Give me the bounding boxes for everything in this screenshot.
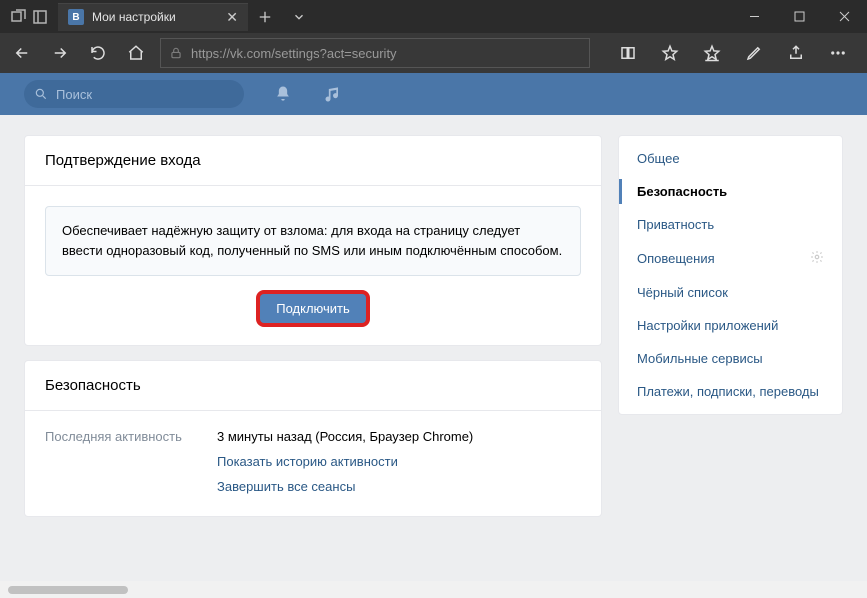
scrollbar-thumb[interactable] bbox=[8, 586, 128, 594]
sidebar: Общее Безопасность Приватность Оповещени… bbox=[618, 135, 843, 517]
favorites-bar-icon[interactable] bbox=[697, 38, 727, 68]
tab-overflow-icon[interactable] bbox=[282, 3, 316, 31]
window-controls bbox=[732, 0, 867, 33]
minimize-button[interactable] bbox=[732, 0, 777, 33]
maximize-button[interactable] bbox=[777, 0, 822, 33]
share-icon[interactable] bbox=[781, 38, 811, 68]
lock-icon bbox=[169, 46, 183, 60]
toolbar-right bbox=[613, 38, 859, 68]
music-icon[interactable] bbox=[322, 83, 344, 105]
close-window-button[interactable] bbox=[822, 0, 867, 33]
sidebar-item-security[interactable]: Безопасность bbox=[619, 175, 842, 208]
tab-title: Мои настройки bbox=[92, 10, 176, 24]
titlebar-left-icons bbox=[0, 9, 58, 25]
url-text: https://vk.com/settings?act=security bbox=[191, 46, 397, 61]
set-aside-tabs-icon[interactable] bbox=[32, 9, 48, 25]
more-icon[interactable] bbox=[823, 38, 853, 68]
browser-toolbar: https://vk.com/settings?act=security bbox=[0, 33, 867, 73]
gear-icon[interactable] bbox=[810, 250, 824, 267]
last-activity-label: Последняя активность bbox=[45, 429, 195, 494]
home-button[interactable] bbox=[122, 39, 150, 67]
forward-button[interactable] bbox=[46, 39, 74, 67]
two-factor-info: Обеспечивает надёжную защиту от взлома: … bbox=[45, 206, 581, 276]
back-button[interactable] bbox=[8, 39, 36, 67]
sidebar-item-notifications[interactable]: Оповещения bbox=[619, 241, 842, 276]
favorite-icon[interactable] bbox=[655, 38, 685, 68]
two-factor-card: Подтверждение входа Обеспечивает надёжну… bbox=[24, 135, 602, 346]
sidebar-item-general[interactable]: Общее bbox=[619, 142, 842, 175]
search-icon bbox=[34, 87, 48, 101]
reading-view-icon[interactable] bbox=[613, 38, 643, 68]
refresh-button[interactable] bbox=[84, 39, 112, 67]
search-placeholder: Поиск bbox=[56, 87, 92, 102]
address-bar[interactable]: https://vk.com/settings?act=security bbox=[160, 38, 590, 68]
sidebar-item-mobile[interactable]: Мобильные сервисы bbox=[619, 342, 842, 375]
enable-button[interactable]: Подключить bbox=[260, 294, 366, 323]
page-viewport: Поиск Подтверждение входа Обеспечивает н… bbox=[0, 73, 867, 598]
tab-active[interactable]: B Мои настройки ✕ bbox=[58, 3, 248, 31]
security-title: Безопасность bbox=[25, 361, 601, 411]
notes-icon[interactable] bbox=[739, 38, 769, 68]
tab-strip: B Мои настройки ✕ bbox=[58, 0, 316, 33]
sidebar-item-privacy[interactable]: Приватность bbox=[619, 208, 842, 241]
close-icon[interactable]: ✕ bbox=[226, 9, 238, 26]
content-wrap: Подтверждение входа Обеспечивает надёжну… bbox=[0, 115, 867, 537]
horizontal-scrollbar[interactable] bbox=[0, 581, 867, 598]
sidebar-item-apps[interactable]: Настройки приложений bbox=[619, 309, 842, 342]
security-card: Безопасность Последняя активность 3 мину… bbox=[24, 360, 602, 517]
notifications-icon[interactable] bbox=[272, 83, 294, 105]
sidebar-item-label: Оповещения bbox=[637, 251, 715, 266]
sidebar-item-blacklist[interactable]: Чёрный список bbox=[619, 276, 842, 309]
sidebar-item-payments[interactable]: Платежи, подписки, переводы bbox=[619, 375, 842, 408]
browser-titlebar: B Мои настройки ✕ bbox=[0, 0, 867, 33]
main-column: Подтверждение входа Обеспечивает надёжну… bbox=[24, 135, 602, 517]
show-activity-history-link[interactable]: Показать историю активности bbox=[217, 454, 473, 469]
search-input[interactable]: Поиск bbox=[24, 80, 244, 108]
vk-favicon: B bbox=[68, 9, 84, 25]
card-title: Подтверждение входа bbox=[25, 136, 601, 186]
end-all-sessions-link[interactable]: Завершить все сеансы bbox=[217, 479, 473, 494]
new-tab-button[interactable] bbox=[248, 3, 282, 31]
tabs-overview-icon[interactable] bbox=[10, 9, 26, 25]
vk-header: Поиск bbox=[0, 73, 867, 115]
last-activity-value: 3 минуты назад (Россия, Браузер Chrome) bbox=[217, 429, 473, 444]
sidebar-card: Общее Безопасность Приватность Оповещени… bbox=[618, 135, 843, 415]
